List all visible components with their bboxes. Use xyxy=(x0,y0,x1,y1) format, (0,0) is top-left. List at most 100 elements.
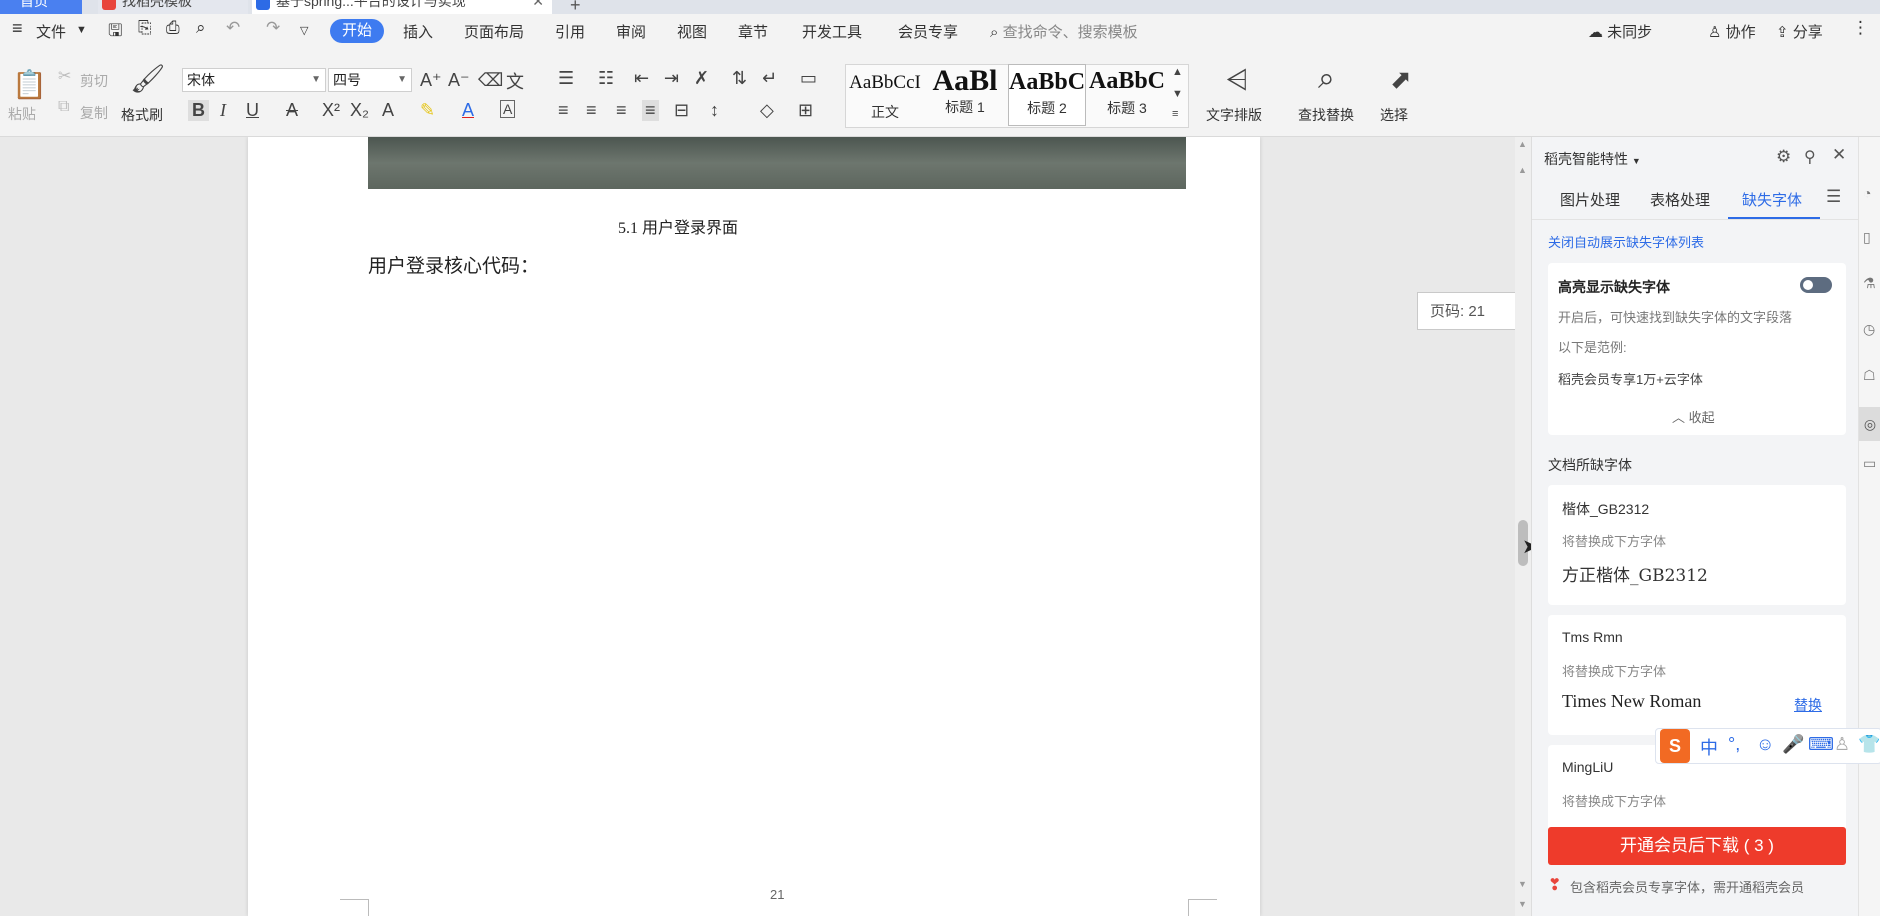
highlight-toggle[interactable] xyxy=(1800,277,1832,293)
chinese-mode-icon[interactable]: 中 xyxy=(1700,734,1718,760)
highlight-icon[interactable]: ✎ xyxy=(420,100,435,121)
align-justify-icon[interactable]: ≡ xyxy=(642,100,659,121)
gallery-up-icon[interactable]: ▲ xyxy=(1172,66,1183,78)
panel-title[interactable]: 稻壳智能特性 ▼ xyxy=(1544,149,1641,169)
side-tool-active-icon[interactable]: ◎ xyxy=(1859,407,1880,441)
bullet-list-icon[interactable]: ☰ xyxy=(558,68,574,89)
collapse-button[interactable]: ︿ 收起 xyxy=(1672,407,1715,426)
show-marks-icon[interactable]: ↵ xyxy=(762,68,777,89)
text-effect-icon[interactable]: A xyxy=(382,100,394,121)
paste-icon[interactable]: 📋 xyxy=(12,68,47,101)
side-tool-icon[interactable]: ◔ xyxy=(1863,185,1871,201)
line-spacing-icon[interactable]: ↕ xyxy=(710,100,719,121)
document-area[interactable]: 5.1 用户登录界面 用户登录核心代码： 21 xyxy=(0,137,1515,916)
close-icon[interactable]: ✕ xyxy=(1832,145,1846,165)
download-button[interactable]: 开通会员后下载 ( 3 ) xyxy=(1548,827,1846,865)
pinyin-guide-icon[interactable]: 文 xyxy=(506,68,524,94)
scroll-down-icon[interactable]: ▼ xyxy=(1518,879,1527,889)
subscript-icon[interactable]: X₂ xyxy=(350,100,369,121)
file-menu[interactable]: 文件 xyxy=(36,21,66,42)
copy-button[interactable]: 复制 xyxy=(80,103,108,123)
command-search[interactable]: ⌕ 查找命令、搜索模板 xyxy=(990,21,1138,42)
panel-tab-image[interactable]: 图片处理 xyxy=(1560,189,1620,210)
microphone-icon[interactable]: 🎤 xyxy=(1782,734,1804,755)
sync-status[interactable]: ☁ 未同步 xyxy=(1588,21,1652,42)
keyboard-icon[interactable]: ⌨ xyxy=(1808,734,1834,755)
tab-home[interactable]: 首页 xyxy=(0,0,82,14)
ruler-icon[interactable]: ▭ xyxy=(800,68,817,89)
align-right-icon[interactable]: ≡ xyxy=(616,100,627,121)
style-heading1[interactable]: AaBl 标题 1 xyxy=(926,64,1004,126)
emoji-icon[interactable]: ☺ xyxy=(1756,734,1774,755)
font-color-icon[interactable]: A xyxy=(462,100,474,121)
punctuation-icon[interactable]: °, xyxy=(1728,734,1740,755)
print-preview-icon[interactable]: ⌕ xyxy=(196,18,206,38)
tab-references[interactable]: 引用 xyxy=(555,21,585,42)
distributed-align-icon[interactable]: ⊟ xyxy=(674,100,689,121)
style-heading3[interactable]: AaBbC 标题 3 xyxy=(1088,64,1166,126)
close-tab-icon[interactable]: ✕ xyxy=(532,0,544,8)
bold-icon[interactable]: B xyxy=(188,100,209,121)
find-replace-button[interactable]: 查找替换 xyxy=(1298,105,1354,125)
skin-icon[interactable]: 👕 xyxy=(1858,734,1880,755)
superscript-icon[interactable]: X² xyxy=(322,100,340,121)
undo-icon[interactable]: ↶ xyxy=(226,18,240,38)
paste-button[interactable]: 粘贴 xyxy=(8,104,36,124)
redo-icon[interactable]: ↷ xyxy=(266,18,280,38)
ime-toolbar[interactable]: S 中 °, ☺ 🎤 ⌨ ♙ 👕 xyxy=(1655,728,1880,764)
font-grow-icon[interactable]: A⁺ xyxy=(420,70,442,91)
user-icon[interactable]: ♙ xyxy=(1834,734,1850,755)
more-icon[interactable]: ⋮ xyxy=(1852,18,1869,38)
share-button[interactable]: ⇪ 分享 xyxy=(1776,21,1823,42)
decrease-indent-icon[interactable]: ⇤ xyxy=(634,68,649,89)
chevron-down-icon[interactable]: ▼ xyxy=(76,24,87,36)
pin-icon[interactable]: ⚲ xyxy=(1804,147,1816,167)
new-tab-button[interactable]: + xyxy=(570,0,581,14)
side-tool-icon[interactable]: ◷ xyxy=(1863,321,1875,338)
collab-button[interactable]: ♙ 协作 xyxy=(1708,21,1756,42)
style-normal[interactable]: AaBbCcI 正文 xyxy=(846,64,924,126)
tab-review[interactable]: 审阅 xyxy=(616,21,646,42)
increase-indent-icon[interactable]: ⇥ xyxy=(664,68,679,89)
side-tool-icon[interactable]: ☖ xyxy=(1863,367,1876,384)
tab-template[interactable]: 找稻壳模板 xyxy=(98,0,248,14)
print-icon[interactable]: ⎙ xyxy=(166,18,180,38)
side-tool-icon[interactable]: ▯ xyxy=(1863,229,1871,246)
hamburger-icon[interactable]: ≡ xyxy=(12,18,23,39)
align-left-icon[interactable]: ≡ xyxy=(558,100,569,121)
numbered-list-icon[interactable]: ☷ xyxy=(598,68,614,89)
panel-tab-table[interactable]: 表格处理 xyxy=(1650,189,1710,210)
font-shrink-icon[interactable]: A⁻ xyxy=(448,70,470,91)
format-painter-icon[interactable]: 🖌 xyxy=(130,62,166,95)
tab-document[interactable]: 基于spring...平台的设计与实现 ✕ xyxy=(252,0,552,14)
quick-access-more-icon[interactable]: ▽ xyxy=(300,24,308,37)
gallery-down-icon[interactable]: ▼ xyxy=(1172,88,1183,100)
scroll-bottom-icon[interactable]: ▼ xyxy=(1518,899,1527,909)
clear-format-icon[interactable]: ⌫ xyxy=(478,70,503,91)
tab-developer[interactable]: 开发工具 xyxy=(802,21,862,42)
text-layout-button[interactable]: 文字排版 xyxy=(1206,105,1262,125)
shading-icon[interactable]: ◇ xyxy=(760,100,774,121)
font-card[interactable]: Tms Rmn 将替换成下方字体 Times New Roman 替换 xyxy=(1548,615,1846,735)
cut-button[interactable]: 剪切 xyxy=(80,71,108,91)
side-tool-icon[interactable]: ⚗ xyxy=(1863,275,1876,292)
tab-insert[interactable]: 插入 xyxy=(403,21,433,42)
close-auto-list-link[interactable]: 关闭自动展示缺失字体列表 xyxy=(1548,232,1704,251)
tab-view[interactable]: 视图 xyxy=(677,21,707,42)
tab-page-layout[interactable]: 页面布局 xyxy=(464,21,524,42)
font-name-select[interactable]: 宋体 ▼ xyxy=(182,68,326,92)
export-pdf-icon[interactable]: ⎘ xyxy=(138,18,152,38)
select-button[interactable]: 选择 xyxy=(1380,105,1408,125)
gear-icon[interactable]: ⚙ xyxy=(1776,147,1791,167)
chinese-layout-icon[interactable]: ✗ xyxy=(694,68,709,89)
char-border-icon[interactable]: A xyxy=(500,100,516,118)
panel-tab-missing-fonts[interactable]: 缺失字体 xyxy=(1742,189,1802,210)
strikethrough-icon[interactable]: A xyxy=(286,100,298,121)
sort-icon[interactable]: ⇅ xyxy=(732,68,747,89)
underline-icon[interactable]: U xyxy=(246,100,259,121)
font-card[interactable]: 楷体_GB2312 将替换成下方字体 方正楷体_GB2312 xyxy=(1548,485,1846,605)
side-tool-icon[interactable]: ▭ xyxy=(1863,455,1876,472)
italic-icon[interactable]: I xyxy=(220,100,226,121)
format-painter-button[interactable]: 格式刷 xyxy=(121,105,163,125)
scroll-up-icon[interactable]: ▲ xyxy=(1518,165,1527,175)
